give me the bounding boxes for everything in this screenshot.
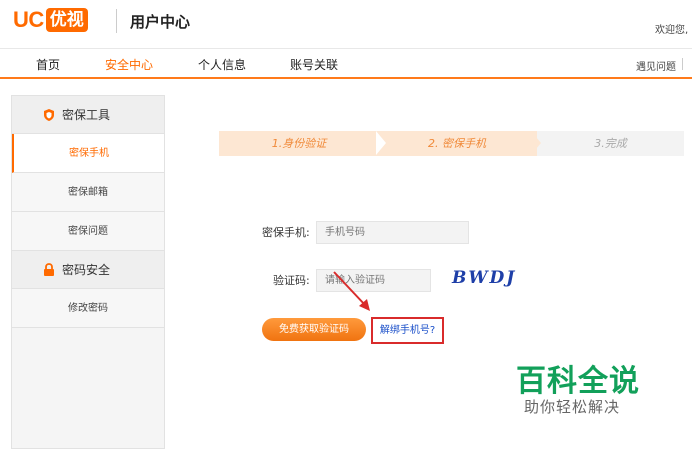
lock-icon bbox=[42, 262, 56, 277]
uc-logo[interactable]: UC 优视 bbox=[13, 7, 88, 33]
sidebar-item-security-email[interactable]: 密保邮箱 bbox=[12, 173, 164, 212]
sidebar-item-change-password[interactable]: 修改密码 bbox=[12, 289, 164, 328]
red-arrow-annotation bbox=[333, 271, 370, 311]
logo-yoshi-text: 优视 bbox=[45, 8, 88, 32]
unbind-phone-link[interactable]: 解绑手机号? bbox=[371, 317, 444, 344]
welcome-text: 欢迎您, bbox=[655, 25, 689, 36]
header-divider bbox=[116, 9, 117, 33]
step-arrow bbox=[531, 131, 541, 155]
nav-separator bbox=[682, 58, 683, 70]
phone-label: 密保手机: bbox=[262, 226, 310, 239]
nav-account-link[interactable]: 账号关联 bbox=[290, 56, 338, 73]
get-code-button[interactable]: 免费获取验证码 bbox=[262, 318, 366, 341]
progress-steps: 1.身份验证 2. 密保手机 3.完成 bbox=[219, 131, 684, 156]
sidebar-item-security-phone[interactable]: 密保手机 bbox=[12, 134, 164, 173]
sidebar: 密保工具 密保手机 密保邮箱 密保问题 密码安全 修改密码 bbox=[11, 95, 165, 449]
sidebar-group-security-tools: 密保工具 bbox=[12, 96, 164, 134]
logo-uc-text: UC bbox=[13, 7, 44, 32]
main-nav: 首页 安全中心 个人信息 账号关联 遇见问题 bbox=[0, 48, 692, 79]
step-complete: 3.完成 bbox=[537, 131, 684, 156]
nav-security-center[interactable]: 安全中心 bbox=[105, 56, 153, 73]
page-title: 用户中心 bbox=[130, 13, 191, 31]
sidebar-group-label: 密保工具 bbox=[62, 108, 111, 122]
watermark-subtitle: 助你轻松解决 bbox=[524, 398, 621, 416]
sidebar-group-label: 密码安全 bbox=[62, 263, 111, 277]
step-divider bbox=[376, 131, 386, 155]
step-identity-verify: 1.身份验证 bbox=[219, 131, 379, 156]
shield-icon bbox=[42, 108, 56, 122]
captcha-image[interactable]: BWDJ bbox=[452, 268, 516, 288]
step-security-phone: 2. 密保手机 bbox=[377, 131, 537, 156]
nav-personal-info[interactable]: 个人信息 bbox=[198, 56, 246, 73]
sidebar-item-security-question[interactable]: 密保问题 bbox=[12, 212, 164, 251]
nav-help-link[interactable]: 遇见问题 bbox=[636, 58, 676, 73]
top-header: UC 优视 用户中心 欢迎您, bbox=[0, 0, 692, 48]
verification-code-label: 验证码: bbox=[273, 274, 310, 287]
sidebar-group-password-security: 密码安全 bbox=[12, 251, 164, 289]
watermark-title: 百科全说 bbox=[516, 364, 640, 399]
nav-home[interactable]: 首页 bbox=[36, 56, 60, 73]
phone-input[interactable] bbox=[316, 221, 469, 244]
